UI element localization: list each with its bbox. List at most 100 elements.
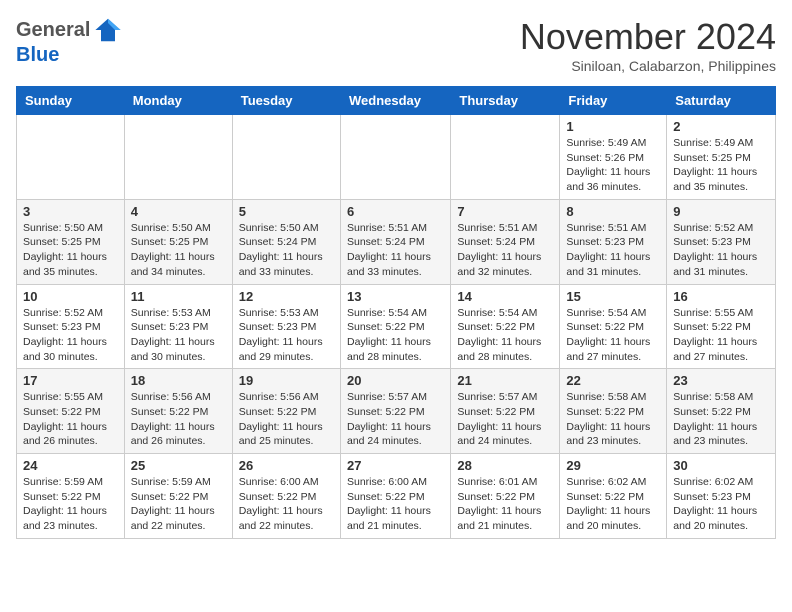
calendar-cell: 21 Sunrise: 5:57 AM Sunset: 5:22 PM Dayli…	[451, 369, 560, 454]
logo-general: General	[16, 19, 90, 42]
day-info: Sunrise: 5:54 AM Sunset: 5:22 PM Dayligh…	[347, 306, 444, 365]
day-number: 10	[23, 289, 118, 304]
calendar-cell: 8 Sunrise: 5:51 AM Sunset: 5:23 PM Daylig…	[560, 199, 667, 284]
day-number: 27	[347, 458, 444, 473]
calendar-cell	[451, 115, 560, 200]
day-number: 18	[131, 373, 226, 388]
calendar-cell: 3 Sunrise: 5:50 AM Sunset: 5:25 PM Daylig…	[17, 199, 125, 284]
day-info: Sunrise: 5:51 AM Sunset: 5:24 PM Dayligh…	[347, 221, 444, 280]
day-info: Sunrise: 5:51 AM Sunset: 5:23 PM Dayligh…	[566, 221, 660, 280]
day-number: 19	[239, 373, 334, 388]
day-info: Sunrise: 6:00 AM Sunset: 5:22 PM Dayligh…	[239, 475, 334, 534]
day-info: Sunrise: 5:57 AM Sunset: 5:22 PM Dayligh…	[457, 390, 553, 449]
weekday-header: Wednesday	[340, 87, 450, 115]
calendar-cell: 5 Sunrise: 5:50 AM Sunset: 5:24 PM Daylig…	[232, 199, 340, 284]
day-info: Sunrise: 5:57 AM Sunset: 5:22 PM Dayligh…	[347, 390, 444, 449]
calendar-cell: 22 Sunrise: 5:58 AM Sunset: 5:22 PM Dayli…	[560, 369, 667, 454]
day-number: 28	[457, 458, 553, 473]
day-info: Sunrise: 6:00 AM Sunset: 5:22 PM Dayligh…	[347, 475, 444, 534]
calendar-cell: 14Sunrise: 5:54 AM Sunset: 5:22 PM Dayli…	[451, 284, 560, 369]
calendar-cell: 9Sunrise: 5:52 AM Sunset: 5:23 PM Daylig…	[667, 199, 776, 284]
calendar-cell	[124, 115, 232, 200]
day-info: Sunrise: 5:50 AM Sunset: 5:24 PM Dayligh…	[239, 221, 334, 280]
calendar-cell	[17, 115, 125, 200]
day-number: 22	[566, 373, 660, 388]
calendar-cell: 11 Sunrise: 5:53 AM Sunset: 5:23 PM Dayli…	[124, 284, 232, 369]
day-info: Sunrise: 5:54 AM Sunset: 5:22 PM Dayligh…	[457, 306, 553, 365]
day-number: 20	[347, 373, 444, 388]
location: Siniloan, Calabarzon, Philippines	[520, 58, 776, 74]
day-number: 16	[673, 289, 769, 304]
calendar-cell: 26 Sunrise: 6:00 AM Sunset: 5:22 PM Dayli…	[232, 454, 340, 539]
day-info: Sunrise: 5:55 AM Sunset: 5:22 PM Dayligh…	[23, 390, 118, 449]
day-number: 29	[566, 458, 660, 473]
day-number: 4	[131, 204, 226, 219]
page-header: General Blue November 2024 Siniloan, Cal…	[16, 16, 776, 74]
calendar-week-row: 17 Sunrise: 5:55 AM Sunset: 5:22 PM Dayli…	[17, 369, 776, 454]
day-info: Sunrise: 5:58 AM Sunset: 5:22 PM Dayligh…	[673, 390, 769, 449]
day-number: 13	[347, 289, 444, 304]
calendar-cell: 27 Sunrise: 6:00 AM Sunset: 5:22 PM Dayli…	[340, 454, 450, 539]
day-info: Sunrise: 5:50 AM Sunset: 5:25 PM Dayligh…	[23, 221, 118, 280]
day-info: Sunrise: 5:54 AM Sunset: 5:22 PM Dayligh…	[566, 306, 660, 365]
day-info: Sunrise: 6:01 AM Sunset: 5:22 PM Dayligh…	[457, 475, 553, 534]
title-section: November 2024 Siniloan, Calabarzon, Phil…	[520, 16, 776, 74]
day-number: 15	[566, 289, 660, 304]
calendar: SundayMondayTuesdayWednesdayThursdayFrid…	[16, 86, 776, 539]
day-number: 17	[23, 373, 118, 388]
day-number: 26	[239, 458, 334, 473]
day-info: Sunrise: 5:52 AM Sunset: 5:23 PM Dayligh…	[673, 221, 769, 280]
calendar-cell: 17 Sunrise: 5:55 AM Sunset: 5:22 PM Dayli…	[17, 369, 125, 454]
calendar-cell: 6 Sunrise: 5:51 AM Sunset: 5:24 PM Daylig…	[340, 199, 450, 284]
day-info: Sunrise: 5:58 AM Sunset: 5:22 PM Dayligh…	[566, 390, 660, 449]
day-info: Sunrise: 5:51 AM Sunset: 5:24 PM Dayligh…	[457, 221, 553, 280]
day-number: 7	[457, 204, 553, 219]
calendar-cell: 30 Sunrise: 6:02 AM Sunset: 5:23 PM Dayli…	[667, 454, 776, 539]
day-number: 11	[131, 289, 226, 304]
calendar-cell	[340, 115, 450, 200]
day-info: Sunrise: 5:49 AM Sunset: 5:26 PM Dayligh…	[566, 136, 660, 195]
weekday-header: Monday	[124, 87, 232, 115]
day-number: 2	[673, 119, 769, 134]
day-number: 12	[239, 289, 334, 304]
month-title: November 2024	[520, 16, 776, 58]
calendar-week-row: 24Sunrise: 5:59 AM Sunset: 5:22 PM Dayli…	[17, 454, 776, 539]
calendar-cell: 1 Sunrise: 5:49 AM Sunset: 5:26 PM Daylig…	[560, 115, 667, 200]
day-number: 23	[673, 373, 769, 388]
day-info: Sunrise: 5:52 AM Sunset: 5:23 PM Dayligh…	[23, 306, 118, 365]
day-info: Sunrise: 5:59 AM Sunset: 5:22 PM Dayligh…	[23, 475, 118, 534]
logo-icon	[94, 16, 122, 44]
day-number: 30	[673, 458, 769, 473]
day-info: Sunrise: 5:56 AM Sunset: 5:22 PM Dayligh…	[131, 390, 226, 449]
calendar-cell: 20 Sunrise: 5:57 AM Sunset: 5:22 PM Dayli…	[340, 369, 450, 454]
calendar-cell: 15 Sunrise: 5:54 AM Sunset: 5:22 PM Dayli…	[560, 284, 667, 369]
day-info: Sunrise: 5:53 AM Sunset: 5:23 PM Dayligh…	[131, 306, 226, 365]
calendar-cell: 10 Sunrise: 5:52 AM Sunset: 5:23 PM Dayli…	[17, 284, 125, 369]
calendar-header-row: SundayMondayTuesdayWednesdayThursdayFrid…	[17, 87, 776, 115]
weekday-header: Tuesday	[232, 87, 340, 115]
day-number: 5	[239, 204, 334, 219]
logo: General Blue	[16, 16, 122, 67]
day-number: 6	[347, 204, 444, 219]
day-info: Sunrise: 6:02 AM Sunset: 5:22 PM Dayligh…	[566, 475, 660, 534]
calendar-week-row: 3 Sunrise: 5:50 AM Sunset: 5:25 PM Daylig…	[17, 199, 776, 284]
day-number: 25	[131, 458, 226, 473]
calendar-cell: 2Sunrise: 5:49 AM Sunset: 5:25 PM Daylig…	[667, 115, 776, 200]
day-number: 1	[566, 119, 660, 134]
day-number: 8	[566, 204, 660, 219]
day-info: Sunrise: 6:02 AM Sunset: 5:23 PM Dayligh…	[673, 475, 769, 534]
calendar-week-row: 1 Sunrise: 5:49 AM Sunset: 5:26 PM Daylig…	[17, 115, 776, 200]
calendar-week-row: 10 Sunrise: 5:52 AM Sunset: 5:23 PM Dayli…	[17, 284, 776, 369]
day-number: 21	[457, 373, 553, 388]
day-info: Sunrise: 5:55 AM Sunset: 5:22 PM Dayligh…	[673, 306, 769, 365]
day-number: 3	[23, 204, 118, 219]
logo-blue: Blue	[16, 44, 59, 66]
calendar-cell: 4Sunrise: 5:50 AM Sunset: 5:25 PM Daylig…	[124, 199, 232, 284]
calendar-cell: 18 Sunrise: 5:56 AM Sunset: 5:22 PM Dayli…	[124, 369, 232, 454]
calendar-cell: 23 Sunrise: 5:58 AM Sunset: 5:22 PM Dayli…	[667, 369, 776, 454]
day-info: Sunrise: 5:59 AM Sunset: 5:22 PM Dayligh…	[131, 475, 226, 534]
day-info: Sunrise: 5:56 AM Sunset: 5:22 PM Dayligh…	[239, 390, 334, 449]
calendar-cell: 19 Sunrise: 5:56 AM Sunset: 5:22 PM Dayli…	[232, 369, 340, 454]
weekday-header: Saturday	[667, 87, 776, 115]
calendar-cell: 24Sunrise: 5:59 AM Sunset: 5:22 PM Dayli…	[17, 454, 125, 539]
